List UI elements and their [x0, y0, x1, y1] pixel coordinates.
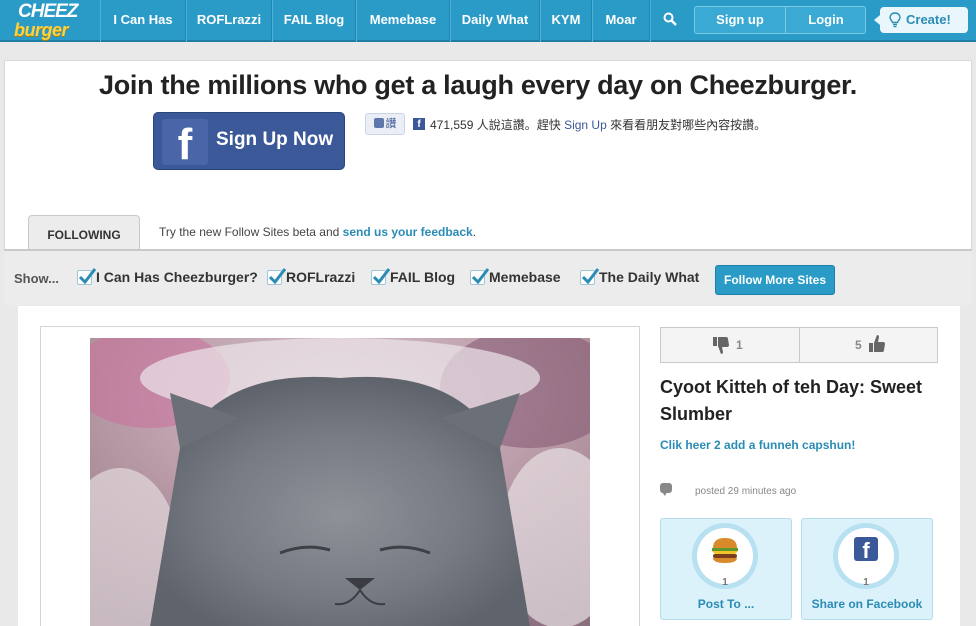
logo-text-bottom: burger: [14, 20, 69, 40]
filter-label: ROFLrazzi: [286, 269, 356, 285]
cheeseburger-icon: [712, 538, 738, 563]
nav-item-roflrazzi[interactable]: ROFLrazzi: [186, 0, 272, 42]
share-on-facebook-card[interactable]: f 1 Share on Facebook: [801, 518, 933, 620]
auth-buttons: Sign up Login: [694, 6, 866, 34]
like-count: 471,559 人說這讚。趕快: [430, 118, 561, 132]
nav-item-moar[interactable]: Moar: [592, 0, 650, 42]
nav-item-kym[interactable]: KYM: [540, 0, 592, 42]
share-on-facebook-label: Share on Facebook: [811, 597, 923, 611]
nav-item-daily-what[interactable]: Daily What: [450, 0, 540, 42]
sign-up-button[interactable]: Sign up: [695, 7, 785, 33]
thumbs-up-icon: [869, 335, 885, 352]
thumbs-down-icon: [713, 337, 729, 354]
checkbox-icon: [77, 268, 97, 285]
filter-label: I Can Has Cheezburger?: [96, 269, 258, 285]
facebook-sign-up-label: Sign Up Now: [216, 129, 334, 150]
facebook-small-icon: f: [413, 118, 425, 130]
create-notch: [874, 15, 880, 25]
downvote-button[interactable]: 1: [661, 328, 799, 362]
filter-label: Memebase: [489, 269, 561, 285]
top-nav: CHEEZ burger I Can Has ROFLrazzi FAIL Bl…: [0, 0, 976, 42]
facebook-share-inner: f 1: [838, 528, 894, 588]
downvote-count: 1: [736, 338, 743, 352]
tab-following[interactable]: FOLLOWING: [28, 215, 140, 251]
filter-label: FAIL Blog: [390, 269, 456, 285]
checkbox-icon: [267, 268, 287, 285]
follow-beta-text: Try the new Follow Sites beta and: [159, 225, 343, 239]
cheezburger-logo[interactable]: CHEEZ burger: [10, 1, 90, 41]
facebook-icon: f: [854, 537, 878, 563]
nav-item-i-can-has[interactable]: I Can Has: [100, 0, 186, 42]
nav-item-memebase[interactable]: Memebase: [356, 0, 450, 42]
facebook-share-ring: f 1: [833, 523, 899, 589]
post-to-ring: 1: [692, 523, 758, 589]
posted-time: posted 29 minutes ago: [695, 486, 797, 497]
post-to-label: Post To ...: [697, 597, 755, 611]
facebook-like-button[interactable]: 讚: [365, 113, 405, 135]
post-to-inner: 1: [697, 528, 753, 588]
post-image-frame: [40, 326, 640, 626]
facebook-sign-up-button[interactable]: f Sign Up Now: [153, 112, 345, 170]
like-button-label: 讚: [385, 118, 397, 130]
search-icon: [663, 12, 677, 26]
filter-label: The Daily What: [599, 269, 700, 285]
checkbox-icon: [470, 268, 490, 285]
like-count-text: 471,559 人說這讚。趕快 Sign Up 來看看朋友對哪些內容按讚。: [430, 116, 766, 133]
checkbox-icon: [580, 268, 600, 285]
create-button[interactable]: Create!: [874, 7, 968, 33]
follow-beta-message: Try the new Follow Sites beta and send u…: [159, 225, 476, 239]
add-caption-link[interactable]: Clik heer 2 add a funneh capshun!: [660, 438, 855, 452]
post-to-count: 1: [722, 577, 728, 588]
site-filter-bar: Show... I Can Has Cheezburger? ROFLrazzi…: [4, 249, 972, 305]
login-button[interactable]: Login: [786, 7, 866, 33]
follow-more-sites-button[interactable]: Follow More Sites: [715, 265, 835, 295]
kitten-photo: [90, 338, 590, 626]
like-rest-text: 來看看朋友對哪些內容按讚。: [610, 118, 767, 132]
nav-item-fail-blog[interactable]: FAIL Blog: [272, 0, 356, 42]
search-button[interactable]: [650, 0, 688, 42]
facebook-icon: f: [162, 119, 208, 169]
feedback-link[interactable]: send us your feedback: [343, 225, 473, 239]
thumbs-up-icon: [373, 118, 384, 128]
checkbox-icon: [371, 268, 391, 285]
like-sign-up-link[interactable]: Sign Up: [564, 118, 607, 132]
show-label: Show...: [14, 271, 60, 286]
follow-beta-period: .: [472, 225, 477, 239]
create-label: Create!: [906, 12, 951, 27]
post-to-card[interactable]: 1 Post To ...: [660, 518, 792, 620]
vote-bar: 1 5: [660, 327, 938, 363]
comment-bubble-icon[interactable]: [660, 483, 672, 496]
content-area: 1 5 Cyoot Kitteh of teh Day: Sweet Slumb…: [18, 306, 960, 626]
facebook-share-count: 1: [863, 577, 869, 588]
upvote-count: 5: [855, 338, 862, 352]
hero-title: Join the millions who get a laugh every …: [99, 70, 857, 100]
post-title[interactable]: Cyoot Kitteh of teh Day: Sweet Slumber: [660, 374, 940, 428]
upvote-button[interactable]: 5: [799, 328, 937, 362]
lightbulb-icon: [889, 12, 901, 28]
post-image[interactable]: [90, 338, 590, 626]
